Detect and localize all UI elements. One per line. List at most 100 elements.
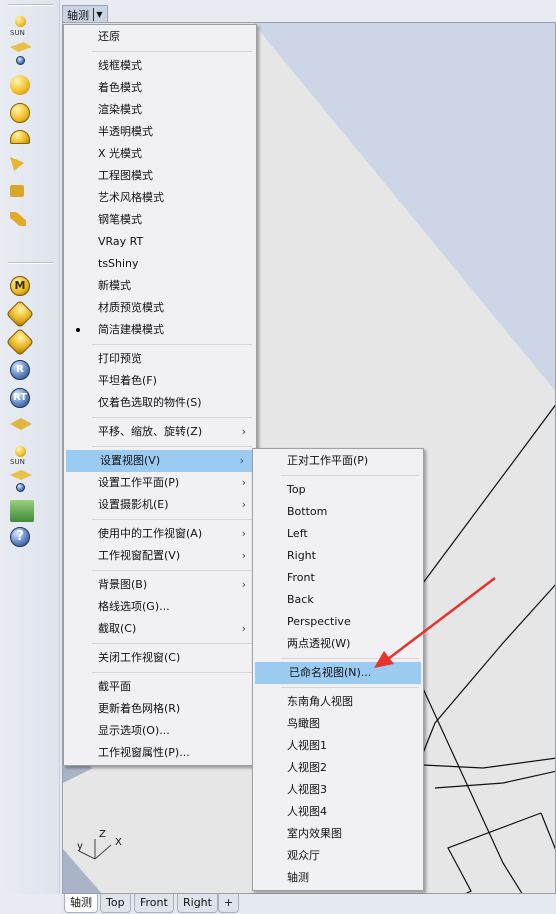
menu-item[interactable]: VRay RT: [64, 231, 256, 253]
directional-light-icon[interactable]: [10, 185, 24, 197]
menu-separator: [64, 414, 256, 421]
check-dot-icon: [76, 328, 80, 332]
viewport-tabs: 轴测 Top Front Right +: [62, 894, 556, 914]
menu-item[interactable]: 更新着色网格(R): [64, 698, 256, 720]
menu-item[interactable]: 工程图模式: [64, 165, 256, 187]
menu-item[interactable]: 平移、缩放、旋转(Z) ›: [64, 421, 256, 443]
menu-item[interactable]: 设置摄影机(E) ›: [64, 494, 256, 516]
submenu-item[interactable]: 观众厅: [253, 845, 423, 867]
menu-item[interactable]: 显示选项(O)...: [64, 720, 256, 742]
menu-item[interactable]: 平坦着色(F): [64, 370, 256, 392]
submenu-item[interactable]: Top: [253, 479, 423, 501]
menu-item-label: 线框模式: [98, 59, 142, 72]
menu-item[interactable]: 使用中的工作视窗(A) ›: [64, 523, 256, 545]
menu-item[interactable]: X 光模式: [64, 143, 256, 165]
submenu-item[interactable]: 人视图2: [253, 757, 423, 779]
menu-item[interactable]: 截平面: [64, 676, 256, 698]
add-tab-button[interactable]: +: [218, 894, 240, 913]
menu-item-label: 工作视窗配置(V): [98, 549, 181, 562]
spotlight-icon[interactable]: [10, 157, 24, 171]
menu-item[interactable]: tsShiny: [64, 253, 256, 275]
tab-viewport[interactable]: 轴测: [64, 894, 98, 913]
submenu-item[interactable]: 已命名视图(N)...: [255, 662, 421, 684]
menu-item[interactable]: 格线选项(G)...: [64, 596, 256, 618]
menu-item[interactable]: 材质预览模式: [64, 297, 256, 319]
menu-item[interactable]: 线框模式: [64, 55, 256, 77]
help-icon[interactable]: ?: [10, 527, 30, 547]
tab-viewport[interactable]: Front: [134, 894, 174, 913]
submenu-item[interactable]: 东南角人视图: [253, 691, 423, 713]
menu-separator: [253, 472, 423, 479]
menu-item-label: 背景图(B): [98, 578, 148, 591]
chevron-down-icon[interactable]: ▼: [93, 8, 105, 21]
submenu-item[interactable]: Perspective: [253, 611, 423, 633]
submenu-item[interactable]: Front: [253, 567, 423, 589]
menu-item[interactable]: 截取(C) ›: [64, 618, 256, 640]
menu-item[interactable]: 背景图(B) ›: [64, 574, 256, 596]
menu-item[interactable]: 新模式: [64, 275, 256, 297]
menu-item[interactable]: 工作视窗配置(V) ›: [64, 545, 256, 567]
submenu-item[interactable]: 正对工作平面(P): [253, 450, 423, 472]
submenu-item[interactable]: Back: [253, 589, 423, 611]
wireframe-edge: [422, 757, 555, 769]
light-sphere-icon-2[interactable]: [16, 483, 25, 492]
menu-item[interactable]: 设置工作平面(P) ›: [64, 472, 256, 494]
menu-item-label: 设置视图(V): [100, 454, 161, 467]
menu-item[interactable]: 设置视图(V) ›: [66, 450, 254, 472]
submenu-item[interactable]: Bottom: [253, 501, 423, 523]
tab-viewport[interactable]: Top: [100, 894, 131, 913]
segmented-sphere-icon[interactable]: [10, 103, 30, 123]
tab-viewport[interactable]: Right: [177, 894, 218, 913]
menu-item-label: 正对工作平面(P): [287, 454, 369, 467]
toolbar-divider: [8, 262, 54, 264]
ground-plane-icon[interactable]: [7, 42, 35, 52]
menu-item[interactable]: 着色模式: [64, 77, 256, 99]
menu-item[interactable]: 仅着色选取的物件(S): [64, 392, 256, 414]
render-rt-icon[interactable]: RT: [10, 388, 30, 408]
submenu-item[interactable]: 两点透视(W): [253, 633, 423, 655]
sphere-icon[interactable]: [10, 75, 30, 95]
submenu-item[interactable]: 人视图1: [253, 735, 423, 757]
menu-item-label: 关闭工作视窗(C): [98, 651, 181, 664]
viewport-title: 轴测: [67, 9, 89, 22]
layered-plane-icon[interactable]: [10, 418, 32, 430]
axis-y-label: y: [77, 841, 83, 852]
menu-item[interactable]: 工作视窗属性(P)...: [64, 742, 256, 764]
viewport-title-dropdown[interactable]: 轴测 ▼: [62, 5, 108, 23]
menu-item-label: VRay RT: [98, 235, 144, 248]
submenu-item[interactable]: Left: [253, 523, 423, 545]
submenu-item[interactable]: Right: [253, 545, 423, 567]
ground-plane-icon-2[interactable]: [10, 470, 32, 480]
chevron-right-icon: ›: [241, 476, 246, 489]
menu-item[interactable]: 关闭工作视窗(C): [64, 647, 256, 669]
menu-item[interactable]: 半透明模式: [64, 121, 256, 143]
menu-item[interactable]: 渲染模式: [64, 99, 256, 121]
submenu-item[interactable]: 室内效果图: [253, 823, 423, 845]
menu-item[interactable]: 简洁建模模式: [64, 319, 256, 341]
menu-separator: [64, 48, 256, 55]
render-r-icon[interactable]: R: [10, 360, 30, 380]
submenu-item[interactable]: 人视图4: [253, 801, 423, 823]
light-sphere-icon[interactable]: [16, 56, 25, 65]
submenu-item[interactable]: 人视图3: [253, 779, 423, 801]
submenu-item[interactable]: 鸟瞰图: [253, 713, 423, 735]
sun-icon[interactable]: [15, 16, 26, 27]
sun-icon-2[interactable]: [15, 446, 26, 457]
hemisphere-icon[interactable]: [10, 130, 30, 144]
menu-item-label: 人视图3: [287, 783, 327, 796]
material-m-icon[interactable]: M: [10, 276, 30, 296]
menu-item[interactable]: 艺术风格模式: [64, 187, 256, 209]
submenu-item[interactable]: 轴测: [253, 867, 423, 889]
menu-separator: [64, 443, 256, 450]
menu-item[interactable]: 打印预览: [64, 348, 256, 370]
menu-item[interactable]: 还原: [64, 26, 256, 48]
landscape-tree-icon[interactable]: [10, 500, 34, 522]
menu-item-label: Top: [287, 483, 306, 496]
wireframe-edge: [434, 770, 555, 789]
menu-item-label: 设置摄影机(E): [98, 498, 169, 511]
material-tag-f-icon[interactable]: [5, 327, 35, 357]
menu-item[interactable]: 钢笔模式: [64, 209, 256, 231]
arrow-light-icon[interactable]: [10, 212, 26, 226]
menu-item-label: 半透明模式: [98, 125, 153, 138]
material-tag-icon[interactable]: [5, 299, 35, 329]
